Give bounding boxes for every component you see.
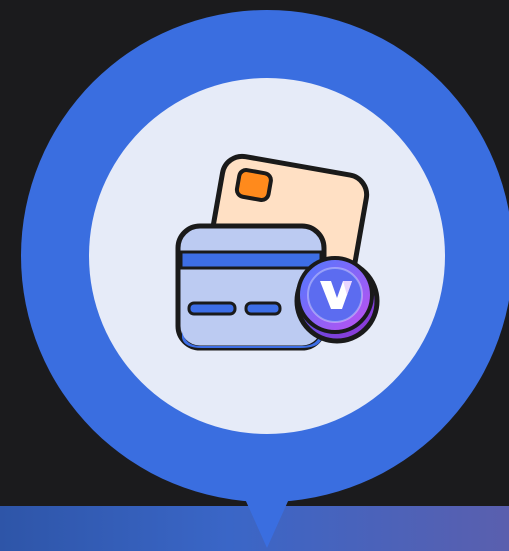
payment-pin-graphic	[21, 10, 509, 548]
coin-icon	[294, 256, 380, 344]
badge-stage	[0, 0, 509, 551]
